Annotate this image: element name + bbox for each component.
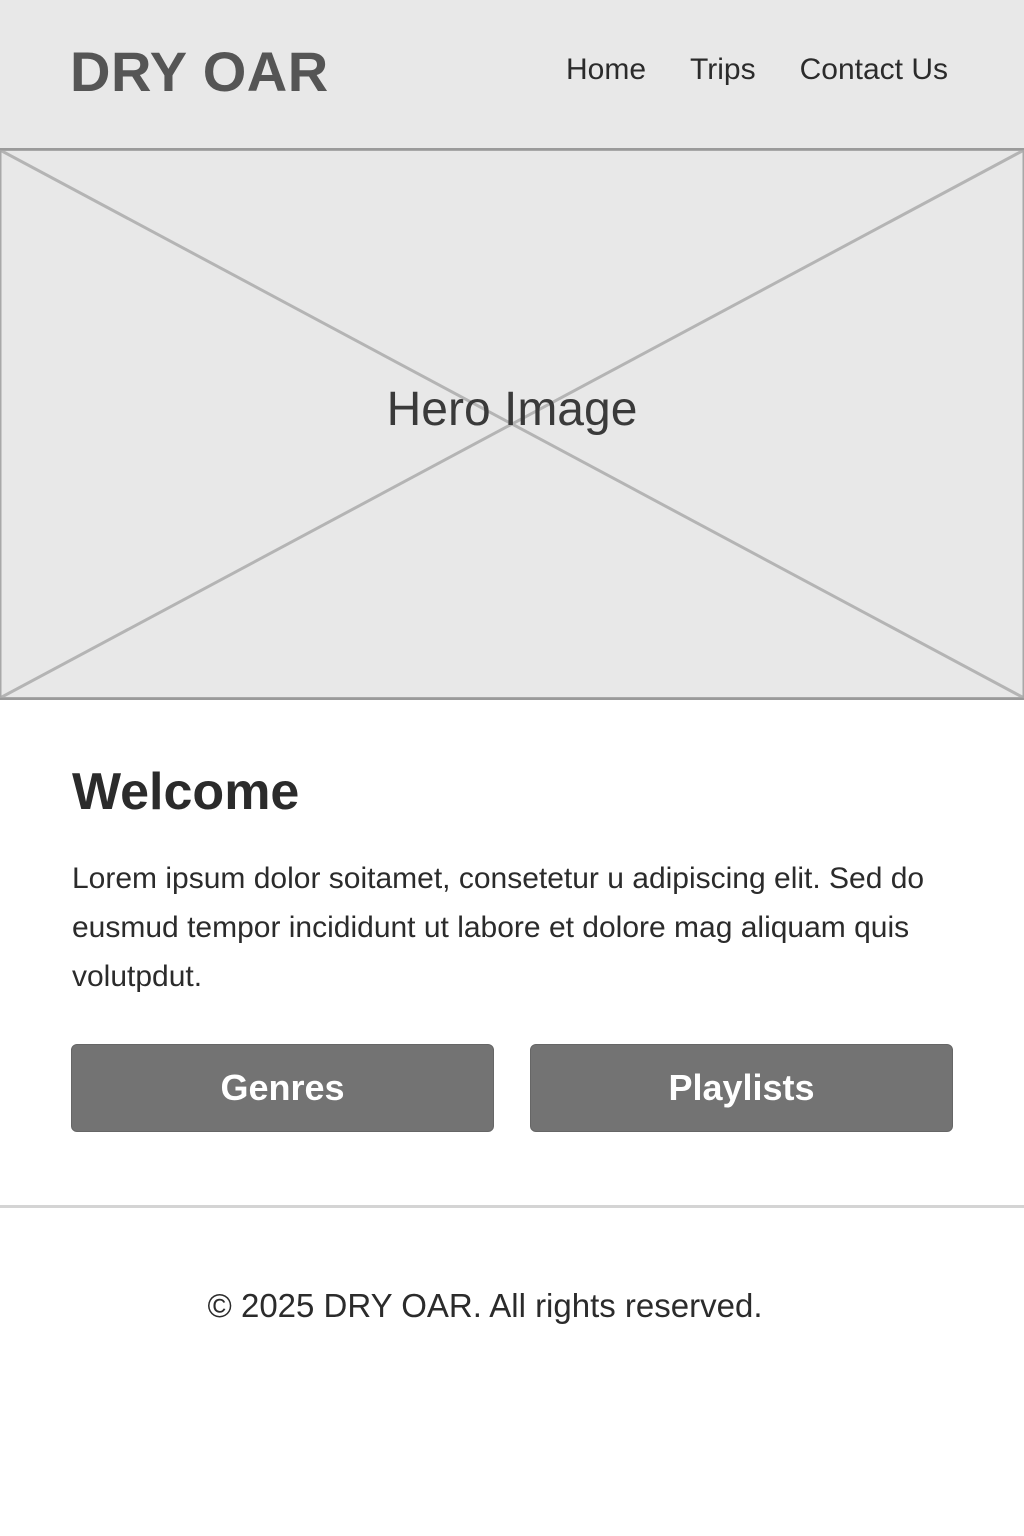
footer-divider <box>0 1205 1024 1208</box>
hero-image-placeholder: Hero Image <box>0 148 1024 700</box>
nav-link-home[interactable]: Home <box>566 52 646 88</box>
hero-image-label: Hero Image <box>386 383 638 436</box>
main-nav: Home Trips Contact Us <box>566 52 948 88</box>
page: DRY OAR Home Trips Contact Us Hero Image… <box>0 0 1024 1536</box>
welcome-paragraph: Lorem ipsum dolor soitamet, consetetur u… <box>72 862 925 993</box>
site-logo[interactable]: DRY OAR <box>70 40 329 104</box>
nav-link-trips[interactable]: Trips <box>690 52 756 88</box>
welcome-heading: Welcome <box>72 763 300 821</box>
nav-link-contact-us[interactable]: Contact Us <box>800 52 948 88</box>
genres-button[interactable]: Genres <box>71 1044 494 1132</box>
playlists-button[interactable]: Playlists <box>530 1044 953 1132</box>
copyright-text: © 2025 DRY OAR. All rights reserved. <box>207 1287 763 1324</box>
site-header: DRY OAR Home Trips Contact Us <box>0 0 1024 148</box>
